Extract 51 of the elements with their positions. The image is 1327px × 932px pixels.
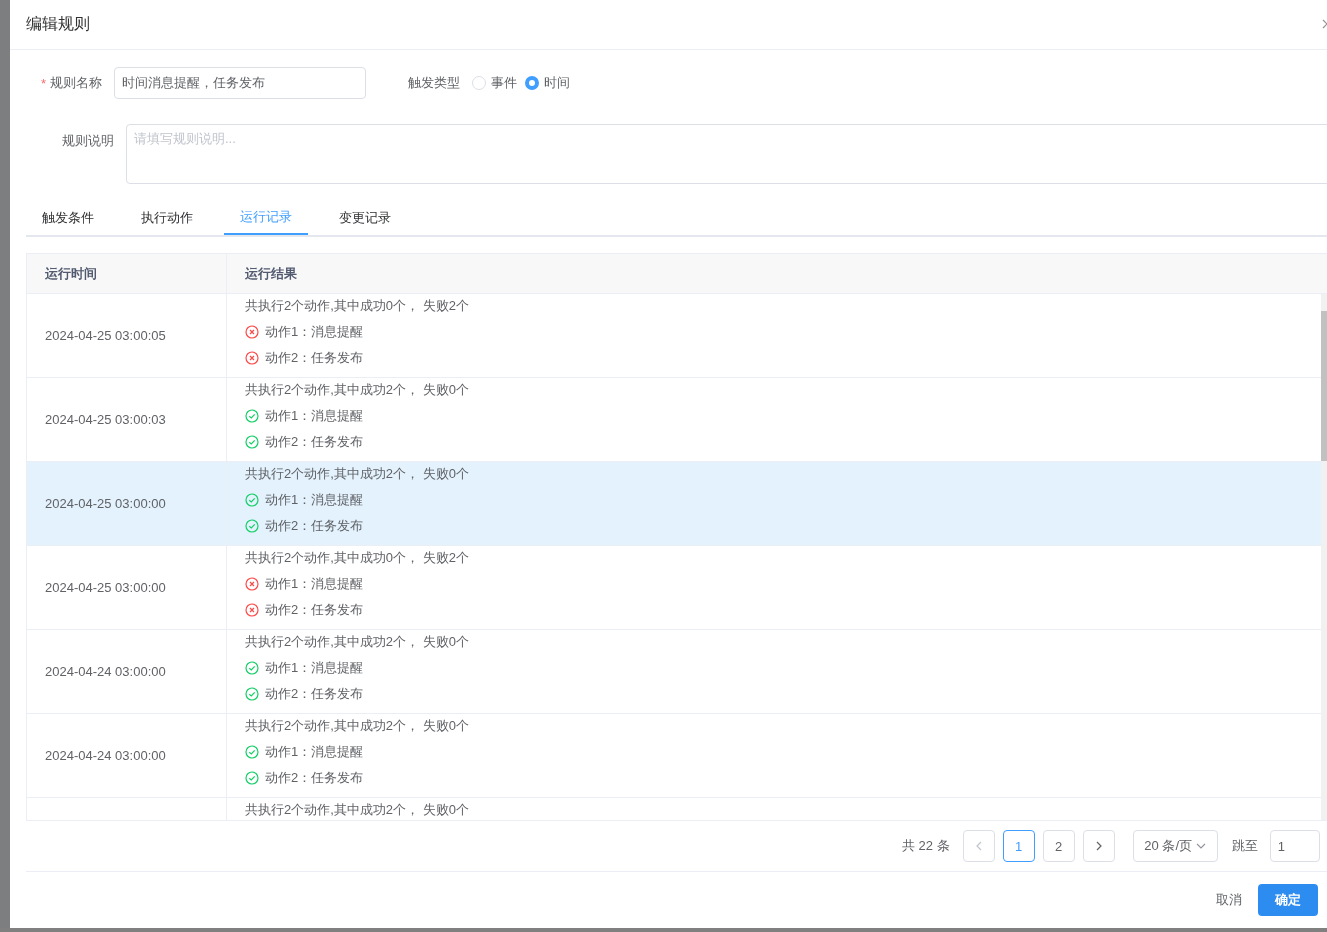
run-summary: 共执行2个动作,其中成功2个， 失败0个 bbox=[245, 381, 469, 399]
action-result: 动作2：任务发布 bbox=[265, 348, 364, 367]
run-time: 2024-04-24 03:00:00 bbox=[45, 748, 166, 763]
chevron-right-icon bbox=[1094, 841, 1103, 851]
run-summary: 共执行2个动作,其中成功0个， 失败2个 bbox=[245, 297, 469, 315]
total-count: 共 22 条 bbox=[902, 837, 950, 855]
chevron-down-icon bbox=[1196, 843, 1207, 849]
tab[interactable]: 触发条件 bbox=[26, 201, 110, 235]
rule-name-label: 规则名称 bbox=[50, 74, 102, 92]
dialog-title: 编辑规则 bbox=[26, 14, 90, 34]
action-result: 动作1：消息提醒 bbox=[265, 742, 364, 761]
action-result: 动作1：消息提醒 bbox=[265, 574, 364, 593]
trigger-radio[interactable]: 时间 bbox=[525, 74, 570, 92]
cancel-button[interactable]: 取消 bbox=[1200, 884, 1258, 916]
run-time: 2024-04-24 03:00:00 bbox=[45, 664, 166, 679]
required-mark: * bbox=[40, 75, 46, 91]
action-result: 动作1：消息提醒 bbox=[265, 406, 364, 425]
next-page-button[interactable] bbox=[1082, 830, 1115, 862]
rule-description-label: 规则说明 bbox=[61, 132, 115, 150]
run-summary: 共执行2个动作,其中成功2个， 失败0个 bbox=[245, 717, 469, 735]
jump-to-label: 跳至 bbox=[1231, 837, 1258, 855]
action-result: 动作2：任务发布 bbox=[265, 768, 364, 787]
run-summary: 共执行2个动作,其中成功2个， 失败0个 bbox=[245, 633, 469, 651]
column-header: 运行结果 bbox=[244, 264, 298, 283]
column-header: 运行时间 bbox=[27, 254, 227, 293]
confirm-button[interactable]: 确定 bbox=[1258, 884, 1318, 916]
previous-page-button[interactable] bbox=[962, 830, 995, 862]
action-result: 动作1：消息提醒 bbox=[265, 322, 364, 341]
trigger-radio[interactable]: 事件 bbox=[472, 74, 517, 92]
tab[interactable]: 执行动作 bbox=[125, 201, 209, 235]
run-time: 2024-04-25 03:00:05 bbox=[45, 328, 166, 343]
run-summary: 共执行2个动作,其中成功2个， 失败0个 bbox=[245, 801, 469, 819]
run-summary: 共执行2个动作,其中成功0个， 失败2个 bbox=[245, 549, 469, 567]
rule-name-field[interactable]: 时间消息提醒，任务发布 bbox=[114, 67, 366, 99]
jump-page-field[interactable]: 1 bbox=[1269, 830, 1320, 862]
action-result: 动作1：消息提醒 bbox=[265, 658, 364, 677]
run-summary: 共执行2个动作,其中成功2个， 失败0个 bbox=[245, 465, 469, 483]
page-size-select[interactable]: 20 条/页 bbox=[1132, 830, 1218, 862]
run-time: 2024-04-25 03:00:00 bbox=[45, 580, 166, 595]
action-result: 动作2：任务发布 bbox=[265, 516, 364, 535]
tab[interactable]: 变更记录 bbox=[323, 201, 407, 235]
action-result: 动作2：任务发布 bbox=[265, 600, 364, 619]
action-result: 动作2：任务发布 bbox=[265, 684, 364, 703]
action-result: 动作1：消息提醒 bbox=[265, 490, 364, 509]
trigger-type-label: 触发类型 bbox=[408, 74, 460, 92]
chevron-left-icon bbox=[974, 841, 983, 851]
run-time: 2024-04-25 03:00:03 bbox=[45, 412, 166, 427]
page-button[interactable]: 2 bbox=[1042, 830, 1075, 862]
action-result: 动作2：任务发布 bbox=[265, 432, 364, 451]
run-time: 2024-04-25 03:00:00 bbox=[45, 496, 166, 511]
rule-description-field[interactable]: 请填写规则说明... bbox=[126, 124, 1327, 184]
